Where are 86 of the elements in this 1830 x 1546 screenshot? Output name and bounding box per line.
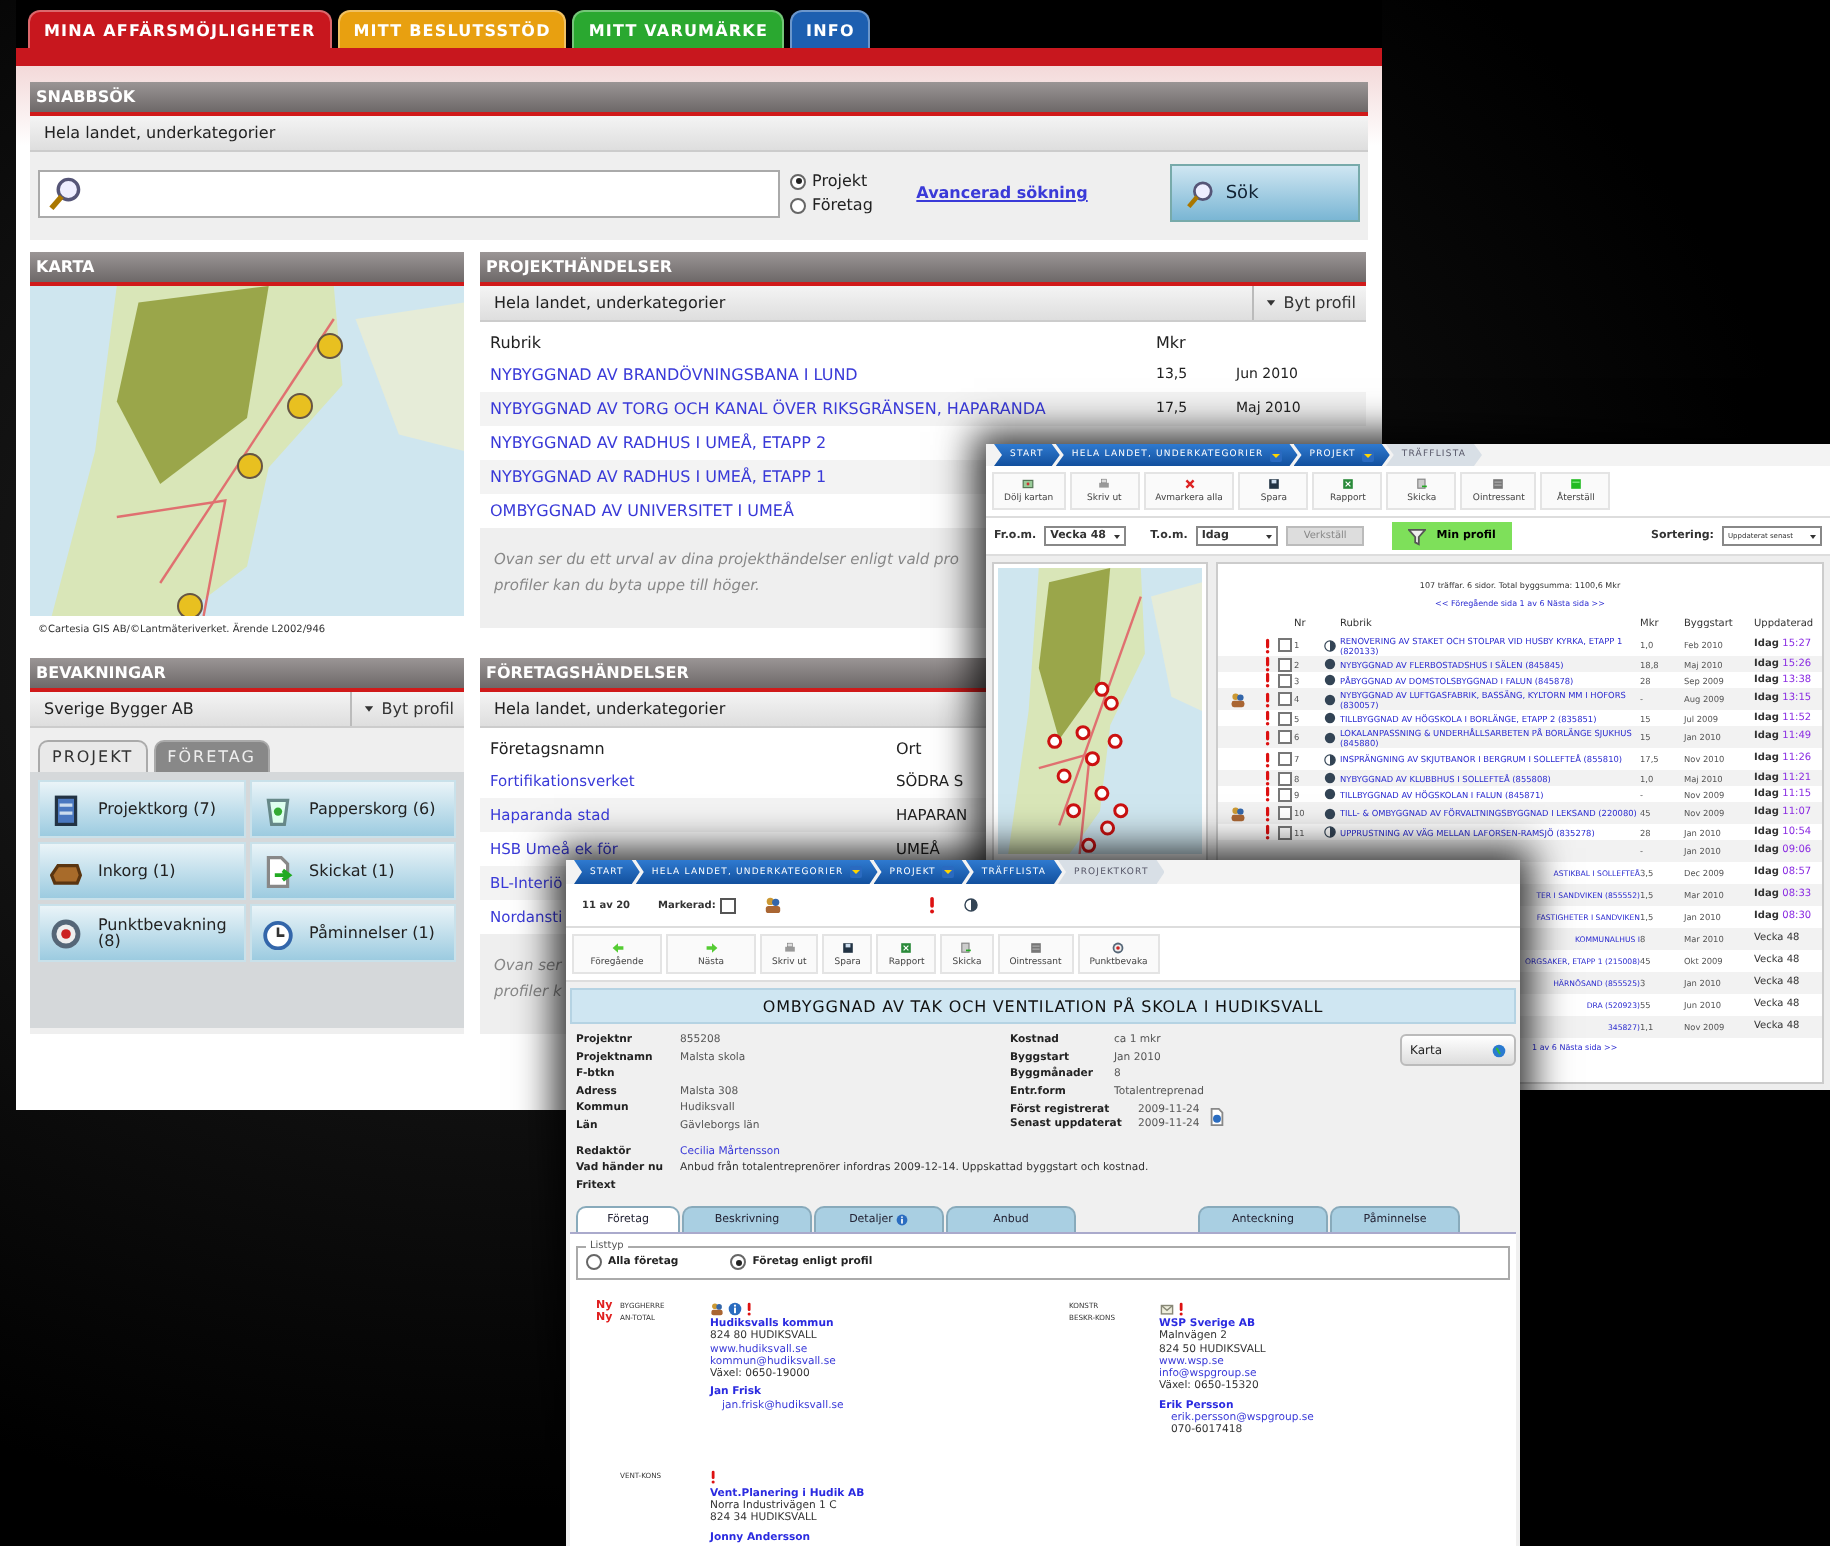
printer-icon bbox=[1098, 478, 1111, 490]
cross-icon bbox=[1183, 478, 1196, 490]
document-arrow-icon bbox=[261, 855, 293, 887]
row-checkbox[interactable] bbox=[1278, 806, 1292, 820]
nav-tab[interactable]: MINA AFFÄRSMÖJLIGHETER bbox=[28, 10, 332, 50]
row-checkbox[interactable] bbox=[1278, 771, 1292, 785]
scope-label: Hela landet, underkategorier bbox=[492, 294, 726, 312]
panel-title: BEVAKNINGAR bbox=[30, 658, 464, 692]
scope-label: Hela landet, underkategorier bbox=[42, 124, 276, 142]
exclamation-icon bbox=[1263, 824, 1271, 840]
watch-tile[interactable]: Projektkorg (7) bbox=[38, 780, 245, 838]
funnel-icon bbox=[1408, 527, 1427, 545]
row-checkbox[interactable] bbox=[1278, 638, 1292, 652]
row-checkbox[interactable] bbox=[1278, 657, 1292, 671]
row-checkbox[interactable] bbox=[1278, 730, 1292, 744]
advanced-search-link[interactable]: Avancerad sökning bbox=[916, 184, 1088, 202]
project-link[interactable]: NYBYGGNAD AV RADHUS I UMEÅ, ETAPP 2 bbox=[490, 434, 827, 452]
people-icon bbox=[1230, 805, 1246, 821]
nav-tab[interactable]: INFO bbox=[790, 10, 871, 48]
watch-tile[interactable]: Punktbevakning (8) bbox=[38, 904, 245, 962]
floppy-disk-icon bbox=[1267, 478, 1280, 490]
half-circle-icon bbox=[963, 898, 978, 912]
row-checkbox[interactable] bbox=[1278, 711, 1292, 725]
dropdown-icon[interactable] bbox=[849, 866, 862, 878]
watch-tab[interactable]: PROJEKT bbox=[38, 740, 148, 772]
floppy-disk-icon bbox=[841, 941, 854, 953]
dropdown-icon[interactable] bbox=[1361, 449, 1374, 461]
search-field[interactable] bbox=[38, 169, 781, 217]
project-link[interactable]: NYBYGGNAD AV BRANDÖVNINGSBANA I LUND bbox=[490, 366, 858, 384]
scope-label: Hela landet, underkategorier bbox=[492, 700, 726, 718]
left-arrow-icon bbox=[611, 941, 623, 953]
exclamation-icon bbox=[1263, 729, 1271, 745]
spreadsheet-icon bbox=[1341, 478, 1354, 490]
watch-tile[interactable]: Påminnelser (1) bbox=[249, 904, 456, 962]
target-icon bbox=[50, 917, 82, 949]
change-profile-button[interactable]: Byt profil bbox=[349, 692, 464, 726]
caret-icon bbox=[361, 702, 376, 716]
change-profile-button[interactable]: Byt profil bbox=[1251, 286, 1366, 320]
radio-option[interactable]: Företag bbox=[790, 196, 897, 214]
send-document-icon bbox=[1415, 478, 1428, 490]
row-checkbox[interactable] bbox=[1278, 825, 1292, 839]
square-icon bbox=[1569, 478, 1582, 490]
watch-tile[interactable]: Inkorg (1) bbox=[38, 842, 245, 900]
row-checkbox[interactable] bbox=[1278, 673, 1292, 687]
panel-title: PROJEKTHÄNDELSER bbox=[480, 252, 1366, 286]
exclamation-icon bbox=[927, 896, 936, 914]
column-header: Ort bbox=[896, 740, 922, 758]
watch-tile[interactable]: Papperskorg (6) bbox=[249, 780, 456, 838]
filing-cabinet-icon bbox=[50, 793, 82, 825]
people-icon bbox=[1230, 691, 1246, 707]
panel-title: KARTA bbox=[30, 252, 464, 286]
radio-option[interactable]: Projekt bbox=[790, 172, 897, 190]
caret-icon bbox=[1808, 531, 1818, 541]
row-checkbox[interactable] bbox=[1278, 692, 1292, 706]
row-checkbox[interactable] bbox=[1278, 752, 1292, 766]
search-icon bbox=[48, 176, 82, 210]
dropdown-icon[interactable] bbox=[941, 866, 954, 878]
column-header: Mkr bbox=[1156, 334, 1188, 352]
people-icon bbox=[763, 896, 782, 914]
watch-tile[interactable]: Skickat (1) bbox=[249, 842, 456, 900]
target-icon bbox=[1112, 941, 1125, 953]
info-icon bbox=[896, 1214, 909, 1226]
right-arrow-icon bbox=[705, 941, 717, 953]
column-header: Rubrik bbox=[490, 334, 543, 352]
project-title: OMBYGGNAD AV TAK OCH VENTILATION PÅ SKOLA I HUDIKSVALL bbox=[570, 988, 1516, 1024]
alarm-clock-icon bbox=[261, 917, 293, 949]
profile-name: Sverige Bygger AB bbox=[42, 700, 194, 718]
printer-icon bbox=[783, 941, 796, 953]
map-icon bbox=[1022, 478, 1035, 490]
search-icon bbox=[1185, 179, 1214, 207]
globe-icon bbox=[1492, 1043, 1506, 1057]
dropdown-icon[interactable] bbox=[1269, 449, 1282, 461]
project-link[interactable]: OMBYGGNAD AV UNIVERSITET I UMEÅ bbox=[490, 502, 794, 520]
document-info-icon bbox=[1207, 1108, 1226, 1126]
lined-square-icon bbox=[1029, 941, 1042, 953]
panel-title: SNABBSÖK bbox=[30, 82, 1368, 116]
column-header: Företagsnamn bbox=[490, 740, 605, 758]
row-checkbox[interactable] bbox=[1278, 787, 1292, 801]
search-button[interactable]: Sök bbox=[1169, 164, 1360, 222]
send-document-icon bbox=[960, 941, 973, 953]
lined-square-icon bbox=[1492, 478, 1505, 490]
project-link[interactable]: NYBYGGNAD AV TORG OCH KANAL ÖVER RIKSGRÄNSEN, HAPARANDA bbox=[490, 400, 1046, 418]
spreadsheet-icon bbox=[900, 941, 913, 953]
marked-checkbox[interactable] bbox=[719, 897, 736, 913]
trash-bin-icon bbox=[261, 793, 293, 825]
caret-icon bbox=[1263, 296, 1278, 310]
